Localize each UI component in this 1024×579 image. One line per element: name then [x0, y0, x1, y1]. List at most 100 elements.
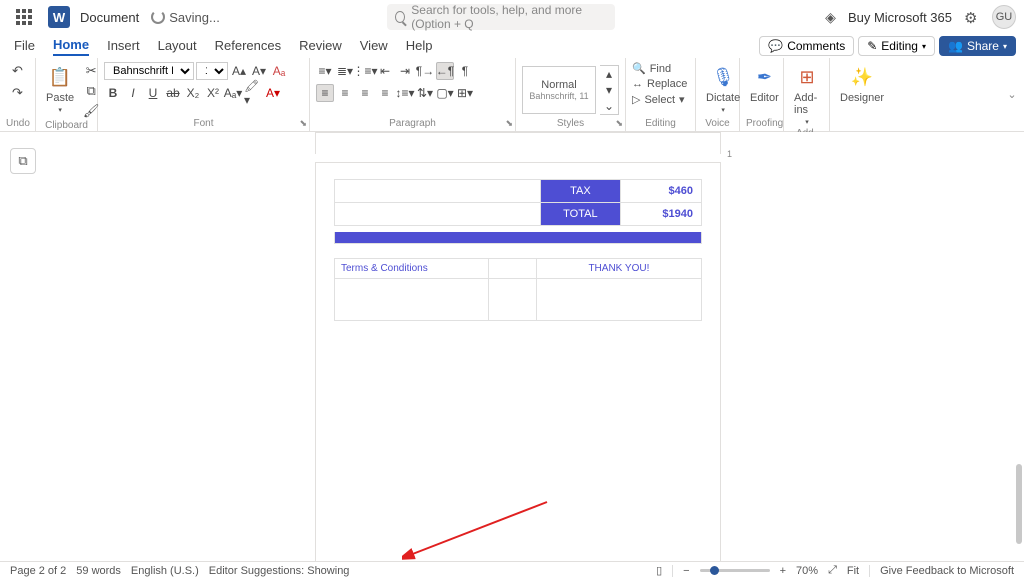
language-status[interactable]: English (U.S.): [131, 565, 199, 577]
find-button[interactable]: 🔍Find: [632, 62, 687, 75]
fit-icon[interactable]: ⤢: [828, 564, 837, 577]
align-left-icon[interactable]: ≡: [316, 84, 334, 102]
search-input[interactable]: Search for tools, help, and more (Option…: [387, 4, 615, 30]
reading-view-icon[interactable]: ▯: [656, 564, 662, 577]
select-icon: ▷: [632, 93, 640, 106]
decrease-indent-icon[interactable]: ⇤: [376, 62, 394, 80]
style-more-icon[interactable]: ⌄: [600, 98, 618, 114]
designer-button[interactable]: ✨Designer: [836, 62, 888, 106]
tab-home[interactable]: Home: [53, 37, 89, 56]
style-down-icon[interactable]: ▾: [600, 82, 618, 98]
redo-icon[interactable]: ↷: [9, 84, 27, 102]
page-number-1: 1: [727, 149, 732, 159]
paste-button[interactable]: 📋 Paste ▾: [42, 62, 78, 116]
italic-icon[interactable]: I: [124, 84, 142, 102]
fit-button[interactable]: Fit: [847, 565, 859, 577]
tab-file[interactable]: File: [14, 38, 35, 55]
addins-button[interactable]: ⊞Add-ins▾: [790, 62, 824, 128]
table-cell-blank[interactable]: [489, 259, 537, 279]
editor-button[interactable]: ✒Editor: [746, 62, 783, 106]
zoom-thumb[interactable]: [710, 566, 719, 575]
word-count[interactable]: 59 words: [76, 565, 121, 577]
app-launcher-icon[interactable]: [16, 9, 32, 25]
comments-button[interactable]: 💬 Comments: [759, 36, 854, 56]
font-size-select[interactable]: 11: [196, 62, 228, 80]
clear-format-icon[interactable]: Aₐ: [270, 62, 288, 80]
grow-font-icon[interactable]: A▴: [230, 62, 248, 80]
tax-value-cell[interactable]: $460: [621, 180, 702, 203]
zoom-in-button[interactable]: +: [780, 565, 786, 577]
style-normal[interactable]: Normal Bahnschrift, 11: [522, 66, 596, 114]
thankyou-cell[interactable]: THANK YOU!: [536, 259, 701, 279]
font-color-icon[interactable]: A▾: [264, 84, 282, 102]
page-count[interactable]: Page 2 of 2: [10, 565, 66, 577]
strikethrough-icon[interactable]: ab: [164, 84, 182, 102]
tab-help[interactable]: Help: [406, 38, 433, 55]
undo-icon[interactable]: ↶: [9, 62, 27, 80]
shading-icon[interactable]: ▢▾: [436, 84, 454, 102]
tab-view[interactable]: View: [360, 38, 388, 55]
ribbon-overflow-button[interactable]: ⌄: [1000, 88, 1024, 101]
pages-pane-button[interactable]: ⧉: [10, 148, 36, 174]
share-button[interactable]: 👥 Share ▾: [939, 36, 1016, 56]
microphone-icon: 🎙: [710, 64, 736, 90]
superscript-icon[interactable]: X²: [204, 84, 222, 102]
table-cell-blank[interactable]: [335, 180, 541, 203]
editing-mode-button[interactable]: ✎ Editing ▾: [858, 36, 935, 56]
shrink-font-icon[interactable]: A▾: [250, 62, 268, 80]
feedback-link[interactable]: Give Feedback to Microsoft: [880, 565, 1014, 577]
addins-group: ⊞Add-ins▾ Add-ins: [784, 58, 830, 131]
user-avatar[interactable]: GU: [992, 5, 1016, 29]
settings-icon[interactable]: ⚙: [964, 9, 980, 25]
multilevel-icon[interactable]: ⋮≡▾: [356, 62, 374, 80]
numbering-icon[interactable]: ≣▾: [336, 62, 354, 80]
borders-icon[interactable]: ⊞▾: [456, 84, 474, 102]
zoom-level[interactable]: 70%: [796, 565, 818, 577]
tab-layout[interactable]: Layout: [158, 38, 197, 55]
table-cell-blank[interactable]: [536, 279, 701, 321]
subscript-icon[interactable]: X₂: [184, 84, 202, 102]
editor-suggestions-status[interactable]: Editor Suggestions: Showing: [209, 565, 350, 577]
bold-icon[interactable]: B: [104, 84, 122, 102]
increase-indent-icon[interactable]: ⇥: [396, 62, 414, 80]
dictate-button[interactable]: 🎙Dictate▾: [702, 62, 744, 116]
page-2[interactable]: TAX $460 TOTAL $1940 Terms & Conditions …: [315, 162, 721, 561]
ltr-icon[interactable]: ¶→: [416, 62, 434, 80]
zoom-slider[interactable]: [700, 569, 770, 572]
total-header-cell[interactable]: TOTAL: [540, 203, 621, 226]
style-up-icon[interactable]: ▴: [600, 66, 618, 82]
highlight-icon[interactable]: 🖍▾: [244, 84, 262, 102]
replace-button[interactable]: ↔Replace: [632, 78, 687, 90]
font-name-select[interactable]: Bahnschrift Regular: [104, 62, 194, 80]
tab-references[interactable]: References: [215, 38, 281, 55]
text-effects-icon[interactable]: Aₐ▾: [224, 84, 242, 102]
paragraph-dialog-launcher-icon[interactable]: ⬊: [505, 118, 513, 129]
show-marks-icon[interactable]: ¶: [456, 62, 474, 80]
align-right-icon[interactable]: ≡: [356, 84, 374, 102]
tab-review[interactable]: Review: [299, 38, 342, 55]
line-spacing-icon[interactable]: ↕≡▾: [396, 84, 414, 102]
styles-dialog-launcher-icon[interactable]: ⬊: [615, 118, 623, 129]
buy-microsoft-link[interactable]: Buy Microsoft 365: [848, 10, 952, 25]
justify-icon[interactable]: ≡: [376, 84, 394, 102]
select-button[interactable]: ▷Select▾: [632, 93, 687, 106]
table-cell-blank[interactable]: [489, 279, 537, 321]
total-value-cell[interactable]: $1940: [621, 203, 702, 226]
tab-insert[interactable]: Insert: [107, 38, 140, 55]
vertical-scrollbar[interactable]: [1016, 464, 1022, 544]
underline-icon[interactable]: U: [144, 84, 162, 102]
bullets-icon[interactable]: ≡▾: [316, 62, 334, 80]
terms-cell[interactable]: Terms & Conditions: [335, 259, 489, 279]
sort-icon[interactable]: ⇅▾: [416, 84, 434, 102]
tax-header-cell[interactable]: TAX: [540, 180, 621, 203]
voice-group-label: Voice: [702, 118, 733, 131]
document-name[interactable]: Document: [80, 10, 139, 25]
addins-label: Add-ins: [794, 92, 820, 116]
table-cell-blank[interactable]: [335, 203, 541, 226]
font-dialog-launcher-icon[interactable]: ⬊: [299, 118, 307, 129]
align-center-icon[interactable]: ≡: [336, 84, 354, 102]
zoom-out-button[interactable]: −: [683, 565, 689, 577]
table-cell-blank[interactable]: [335, 279, 489, 321]
rtl-icon[interactable]: ←¶: [436, 62, 454, 80]
paste-icon: 📋: [47, 64, 73, 90]
